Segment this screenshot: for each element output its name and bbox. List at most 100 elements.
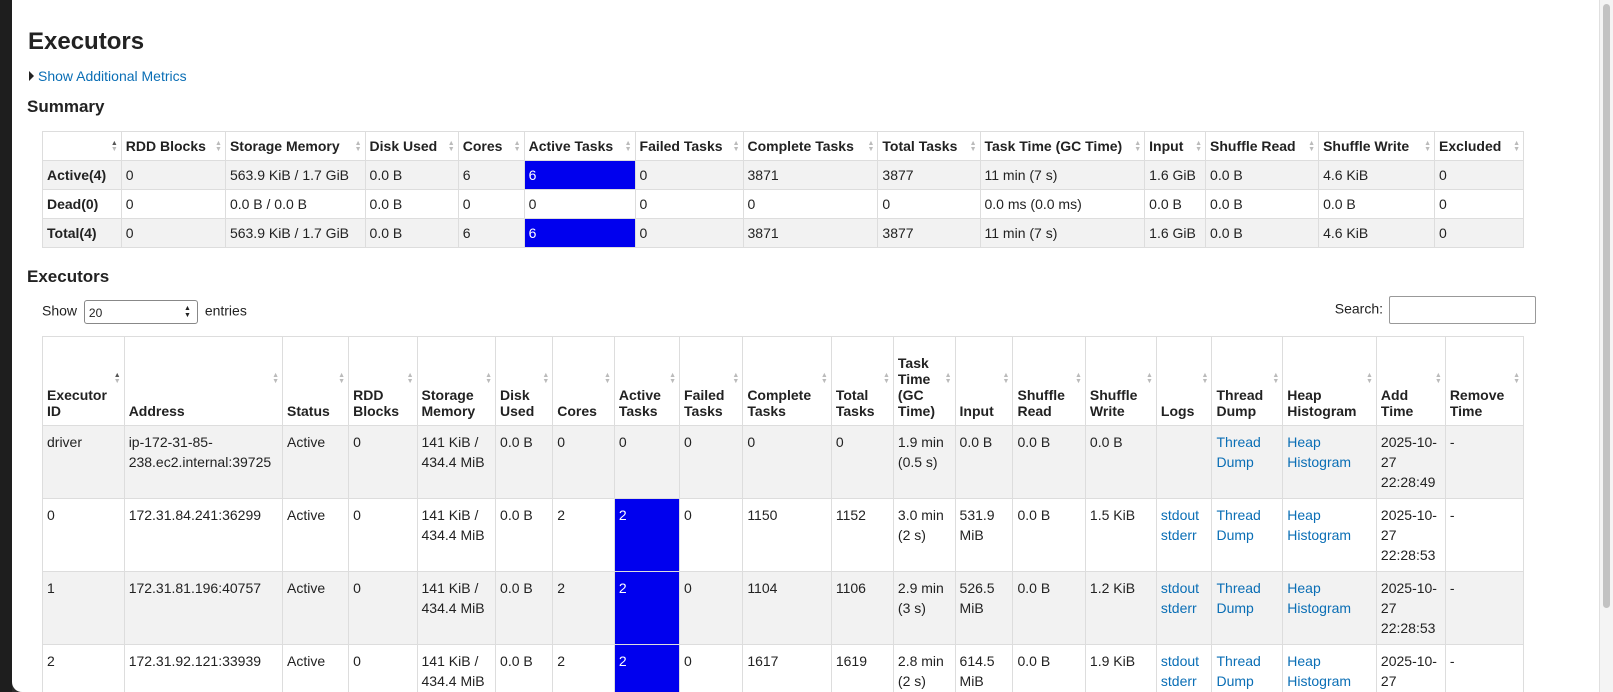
cell-remove-time: -	[1444, 571, 1525, 645]
cell-heap: Heap Histogram	[1282, 571, 1377, 645]
executors-col-label: Failed Tasks	[684, 387, 725, 419]
sort-arrows-icon: ▲ ▼	[110, 140, 118, 153]
summary-col-header[interactable]: Shuffle Read ▲ ▼	[1205, 131, 1320, 161]
executors-col-label: Heap Histogram	[1287, 387, 1357, 419]
summary-col-header[interactable]: Failed Tasks ▲ ▼	[634, 131, 744, 161]
cell-logs	[1155, 425, 1213, 499]
thread-dump-link[interactable]: Thread Dump	[1216, 653, 1260, 689]
summary-col-header[interactable]: Excluded ▲ ▼	[1434, 131, 1524, 161]
summary-cell: 3877	[877, 218, 981, 248]
sort-arrows-icon: ▲ ▼	[272, 372, 280, 385]
executors-col-header[interactable]: Active Tasks ▲ ▼	[613, 336, 681, 426]
cell-address: 172.31.84.241:36299	[123, 498, 284, 572]
summary-col-header[interactable]: ▲ ▼	[42, 131, 122, 161]
executors-col-header[interactable]: Status ▲ ▼	[282, 336, 350, 426]
executors-col-header[interactable]: Total Tasks ▲ ▼	[830, 336, 894, 426]
cell-id: 0	[42, 498, 125, 572]
executors-col-header[interactable]: Input ▲ ▼	[954, 336, 1014, 426]
executors-col-header[interactable]: Heap Histogram ▲ ▼	[1282, 336, 1377, 426]
executors-col-label: Total Tasks	[835, 387, 875, 419]
heap-histogram-link[interactable]: Heap Histogram	[1287, 653, 1351, 689]
summary-row: Total(4) 0 563.9 KiB / 1.7 GiB 0.0 B 6 6 0 3871…	[42, 218, 1524, 248]
executors-col-header[interactable]: Remove Time ▲ ▼	[1444, 336, 1525, 426]
cell-cores: 2	[552, 571, 615, 645]
summary-col-label: Shuffle Read	[1210, 138, 1296, 154]
cell-shuffle-write: 1.2 KiB	[1084, 571, 1157, 645]
executors-col-label: Complete Tasks	[747, 387, 812, 419]
thread-dump-link[interactable]: Thread Dump	[1216, 434, 1260, 470]
summary-cell: 11 min (7 s)	[979, 160, 1146, 190]
executors-col-header[interactable]: Shuffle Read ▲ ▼	[1012, 336, 1086, 426]
sort-arrows-icon: ▲ ▼	[624, 140, 632, 153]
executors-col-header[interactable]: Address ▲ ▼	[123, 336, 284, 426]
sort-arrows-icon: ▲ ▼	[603, 372, 611, 385]
cell-address: 172.31.81.196:40757	[123, 571, 284, 645]
summary-cell: 0	[120, 189, 226, 219]
summary-col-header[interactable]: Shuffle Write ▲ ▼	[1318, 131, 1436, 161]
summary-col-header[interactable]: Active Tasks ▲ ▼	[523, 131, 636, 161]
executors-table: Executor ID ▲ ▼ Address ▲ ▼ Status ▲ ▼ RDD Blocks…	[42, 336, 1525, 692]
summary-col-label: Storage Memory	[229, 138, 340, 154]
stderr-link[interactable]: stderr	[1161, 673, 1197, 689]
executors-col-header[interactable]: Disk Used ▲ ▼	[495, 336, 554, 426]
summary-cell: 0.0 B	[1318, 189, 1436, 219]
cell-heap: Heap Histogram	[1282, 425, 1377, 499]
executors-col-label: Thread Dump	[1216, 387, 1264, 419]
table-row: 2 172.31.92.121:33939 Active 0 141 KiB / 434…	[42, 644, 1525, 692]
sort-arrows-icon: ▲ ▼	[669, 372, 677, 385]
summary-cell: 0.0 B	[1205, 189, 1320, 219]
stdout-link[interactable]: stdout	[1161, 653, 1199, 669]
heap-histogram-link[interactable]: Heap Histogram	[1287, 507, 1351, 543]
cell-logs: stdout stderr	[1155, 571, 1213, 645]
cell-total: 1106	[830, 571, 894, 645]
summary-col-header[interactable]: RDD Blocks ▲ ▼	[120, 131, 226, 161]
summary-col-header[interactable]: Cores ▲ ▼	[457, 131, 525, 161]
cell-shuffle-write: 1.5 KiB	[1084, 498, 1157, 572]
heap-histogram-link[interactable]: Heap Histogram	[1287, 434, 1351, 470]
executors-col-header[interactable]: Thread Dump ▲ ▼	[1211, 336, 1284, 426]
sort-arrows-icon: ▲ ▼	[447, 140, 455, 153]
show-additional-metrics-toggle[interactable]: Show Additional Metrics	[29, 68, 187, 84]
search-input[interactable]	[1389, 296, 1536, 324]
page-scrollbar[interactable]	[1599, 0, 1613, 692]
summary-col-header[interactable]: Storage Memory ▲ ▼	[224, 131, 366, 161]
executors-col-header[interactable]: Failed Tasks ▲ ▼	[679, 336, 744, 426]
executors-col-header[interactable]: Cores ▲ ▼	[552, 336, 615, 426]
executors-col-header[interactable]: Executor ID ▲ ▼	[42, 336, 125, 426]
executors-col-header[interactable]: RDD Blocks ▲ ▼	[348, 336, 418, 426]
executors-col-header[interactable]: Storage Memory ▲ ▼	[416, 336, 497, 426]
sort-arrows-icon: ▲ ▼	[542, 372, 550, 385]
executors-col-header[interactable]: Shuffle Write ▲ ▼	[1084, 336, 1157, 426]
cell-input: 614.5 MiB	[954, 644, 1014, 692]
cell-input: 531.9 MiB	[954, 498, 1014, 572]
executors-col-header[interactable]: Logs ▲ ▼	[1155, 336, 1213, 426]
entries-select[interactable]: 20 ▲ ▼	[83, 300, 198, 324]
summary-col-header[interactable]: Task Time (GC Time) ▲ ▼	[979, 131, 1146, 161]
summary-col-header[interactable]: Total Tasks ▲ ▼	[877, 131, 981, 161]
cell-shuffle-write: 0.0 B	[1084, 425, 1157, 499]
summary-cell: 0	[1434, 160, 1524, 190]
sort-arrows-icon: ▲ ▼	[1434, 372, 1442, 385]
summary-col-header[interactable]: Input ▲ ▼	[1144, 131, 1207, 161]
executors-col-header[interactable]: Task Time (GC Time) ▲ ▼	[892, 336, 956, 426]
heap-histogram-link[interactable]: Heap Histogram	[1287, 580, 1351, 616]
cell-active: 0	[613, 425, 681, 499]
summary-col-label: Input	[1149, 138, 1184, 154]
stderr-link[interactable]: stderr	[1161, 527, 1197, 543]
cell-id: driver	[42, 425, 125, 499]
executors-col-header[interactable]: Complete Tasks ▲ ▼	[742, 336, 832, 426]
summary-col-header[interactable]: Complete Tasks ▲ ▼	[742, 131, 879, 161]
summary-cell: 563.9 KiB / 1.7 GiB	[224, 218, 366, 248]
cell-add-time: 2025-10-27 22:28:53	[1375, 571, 1446, 645]
cell-total: 1152	[830, 498, 894, 572]
cell-disk: 0.0 B	[495, 425, 554, 499]
stdout-link[interactable]: stdout	[1161, 580, 1199, 596]
summary-col-header[interactable]: Disk Used ▲ ▼	[364, 131, 459, 161]
stdout-link[interactable]: stdout	[1161, 507, 1199, 523]
summary-cell: 0.0 B	[1205, 160, 1320, 190]
thread-dump-link[interactable]: Thread Dump	[1216, 580, 1260, 616]
executors-col-header[interactable]: Add Time ▲ ▼	[1375, 336, 1446, 426]
scrollbar-thumb[interactable]	[1603, 4, 1610, 608]
thread-dump-link[interactable]: Thread Dump	[1216, 507, 1260, 543]
stderr-link[interactable]: stderr	[1161, 600, 1197, 616]
